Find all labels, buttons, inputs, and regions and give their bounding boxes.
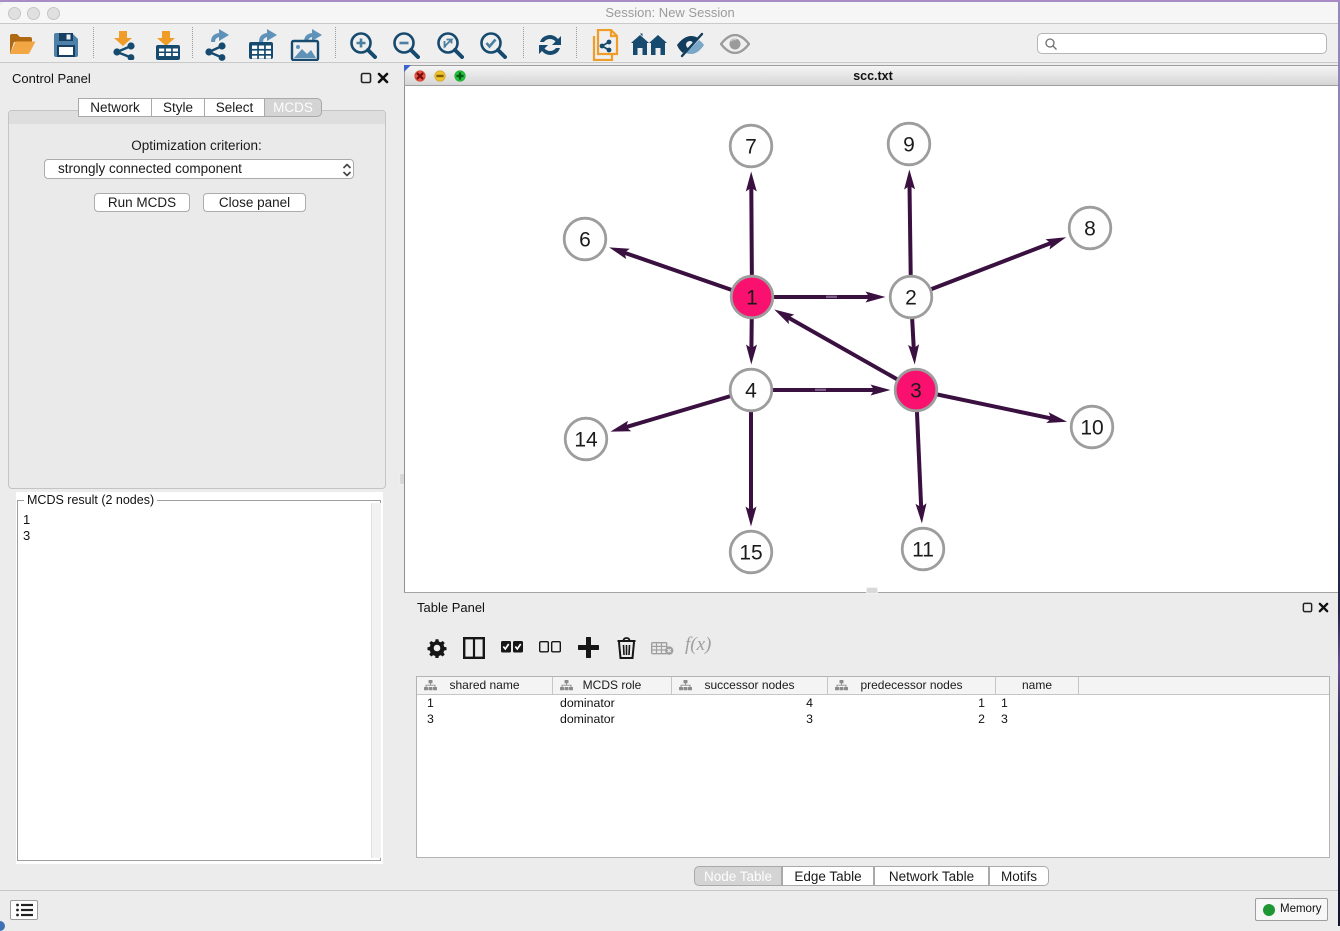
svg-text:8: 8 — [1084, 218, 1096, 241]
svg-text:11: 11 — [912, 539, 934, 562]
svg-text:10: 10 — [1080, 417, 1103, 440]
svg-text:2: 2 — [905, 287, 917, 310]
svg-text:15: 15 — [739, 542, 762, 565]
svg-text:9: 9 — [903, 134, 915, 157]
svg-text:1: 1 — [746, 287, 758, 310]
svg-text:6: 6 — [579, 229, 591, 252]
svg-text:7: 7 — [745, 136, 757, 159]
svg-text:14: 14 — [574, 429, 598, 452]
svg-text:4: 4 — [745, 380, 757, 403]
svg-text:3: 3 — [910, 380, 922, 403]
